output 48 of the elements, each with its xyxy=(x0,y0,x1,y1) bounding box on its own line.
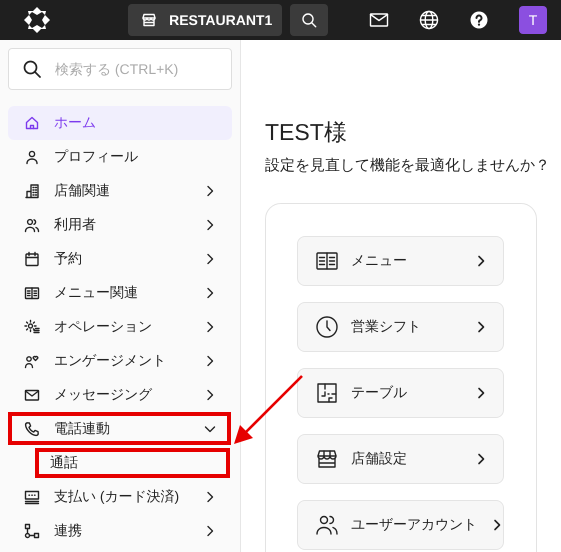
sidebar-item[interactable]: 予約 xyxy=(8,242,232,276)
envelope-icon xyxy=(24,387,40,403)
clock-icon xyxy=(315,315,339,339)
sidebar-item[interactable]: プロフィール xyxy=(8,140,232,174)
search-icon xyxy=(301,12,318,28)
store-name: RESTAURANT1 xyxy=(169,12,272,28)
shortcut-button[interactable]: 営業シフト xyxy=(297,302,504,352)
globe-icon xyxy=(419,10,439,30)
people-icon xyxy=(24,217,40,233)
store-selector[interactable]: RESTAURANT1 xyxy=(128,4,282,36)
nodes-icon xyxy=(24,523,40,539)
building-icon xyxy=(24,183,40,199)
sidebar-item[interactable]: 電話連動 xyxy=(8,412,232,446)
house-icon xyxy=(24,115,40,131)
person-heart-icon xyxy=(24,353,40,369)
sidebar-subitem[interactable]: 通話 xyxy=(8,446,232,480)
help-icon xyxy=(470,11,488,29)
help-button[interactable] xyxy=(469,10,489,30)
person-icon xyxy=(24,149,40,165)
user-avatar[interactable]: T xyxy=(519,6,547,34)
search-field[interactable]: 検索する (CTRL+K) xyxy=(8,48,232,90)
sidebar-item[interactable]: 店舗関連 xyxy=(8,174,232,208)
logo-icon[interactable] xyxy=(24,7,50,33)
sidebar-item[interactable]: オペレーション xyxy=(8,310,232,344)
shortcut-button[interactable]: 店舗設定 xyxy=(297,434,504,484)
sidebar-item[interactable]: 支払い (カード決済) xyxy=(8,480,232,514)
sidebar-item[interactable]: 利用者 xyxy=(8,208,232,242)
sidebar-item[interactable]: メッセージング xyxy=(8,378,232,412)
subtitle-text: 設定を見直して機能を最適化しませんか？ xyxy=(265,156,551,176)
sidebar-item[interactable]: ホーム xyxy=(8,106,232,140)
book-icon xyxy=(24,285,40,301)
search-icon xyxy=(23,60,41,78)
card-reader-icon xyxy=(24,489,40,505)
calendar-icon xyxy=(24,251,40,267)
sidebar-item[interactable]: メニュー関連 xyxy=(8,276,232,310)
language-button[interactable] xyxy=(419,10,439,30)
storefront-icon xyxy=(141,12,158,28)
floor-plan-icon xyxy=(315,381,339,405)
greeting-heading: TEST様 xyxy=(265,118,348,146)
people-icon xyxy=(315,513,339,537)
shortcut-button[interactable]: ユーザーアカウント xyxy=(297,500,504,550)
gear-list-icon xyxy=(24,319,40,335)
sidebar-item[interactable]: エンゲージメント xyxy=(8,344,232,378)
shortcut-button[interactable]: テーブル xyxy=(297,368,504,418)
phone-icon xyxy=(24,421,40,437)
sidebar-item[interactable]: 連携 xyxy=(8,514,232,548)
shortcut-button[interactable]: メニュー xyxy=(297,236,504,286)
search-button[interactable] xyxy=(290,4,328,36)
